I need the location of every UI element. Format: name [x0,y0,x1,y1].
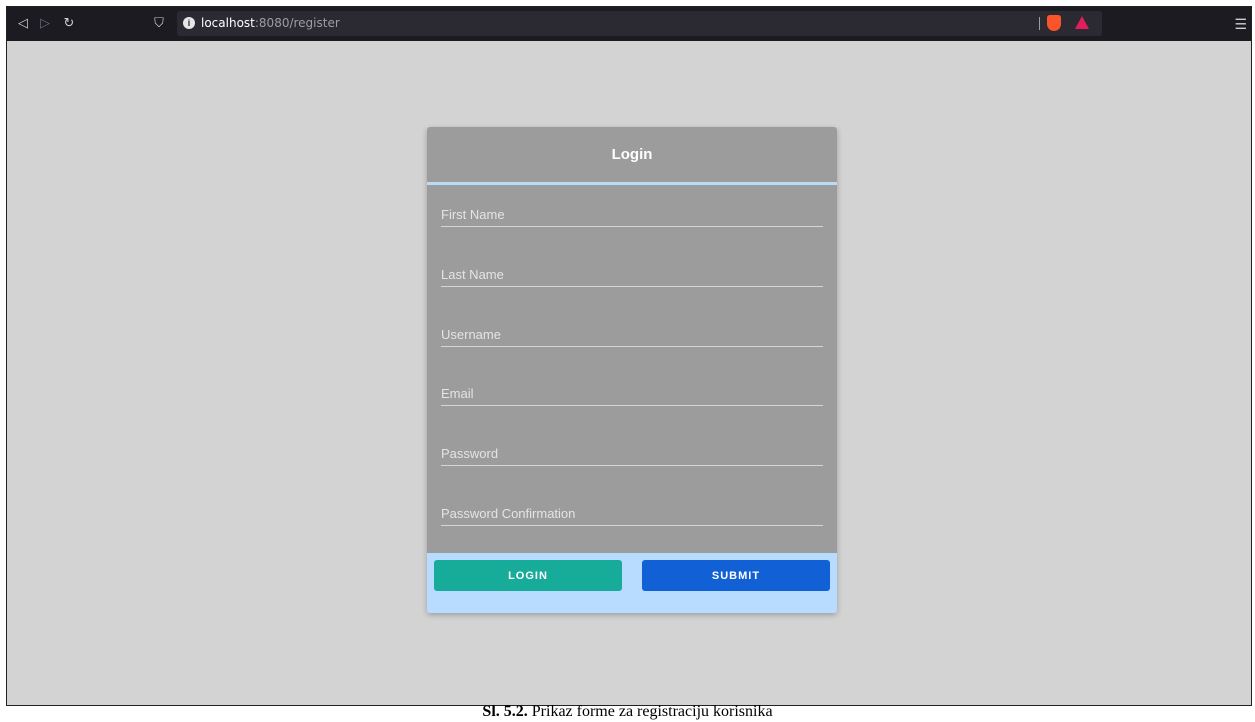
site-info-icon[interactable]: i [183,17,195,29]
url-path: :8080/register [254,16,340,30]
submit-button[interactable]: SUBMIT [642,560,830,591]
last-name-field [441,248,823,287]
figure-caption: Sl. 5.2. Prikaz forme za registraciju ko… [0,703,1255,721]
brave-rewards-icon[interactable] [1075,16,1089,29]
address-bar[interactable]: i localhost:8080/register [177,11,1102,36]
password-field [441,427,823,466]
url-text[interactable]: localhost:8080/register [201,11,340,36]
brave-shields-icon[interactable] [1047,15,1061,31]
first-name-field [441,188,823,227]
password-confirmation-field [441,487,823,526]
form-title: Login [611,146,653,163]
browser-toolbar: ◁ ▷ ↻ ⛉ i localhost:8080/register ☰ [7,7,1251,41]
browser-window: ◁ ▷ ↻ ⛉ i localhost:8080/register ☰ Logi… [6,6,1252,706]
back-icon[interactable]: ◁ [13,7,33,41]
address-bar-separator [1039,17,1040,30]
card-header: Login [427,127,837,182]
caption-text: Prikaz forme za registraciju korisnika [527,703,773,720]
login-button[interactable]: LOGIN [434,560,622,591]
bookmark-icon[interactable]: ⛉ [149,7,169,41]
username-input[interactable] [441,327,823,342]
last-name-input[interactable] [441,267,823,282]
password-input[interactable] [441,446,823,461]
email-input[interactable] [441,386,823,401]
password-confirmation-input[interactable] [441,506,823,521]
email-field [441,367,823,406]
hamburger-menu-icon[interactable]: ☰ [1234,7,1247,41]
caption-label: Sl. 5.2. [482,703,528,720]
url-host: localhost [201,16,255,30]
reload-icon[interactable]: ↻ [59,7,79,41]
forward-icon[interactable]: ▷ [35,7,55,41]
first-name-input[interactable] [441,207,823,222]
username-field [441,308,823,347]
form-actions: LOGIN SUBMIT [427,553,837,613]
register-form-card: Login LOGIN SUBMIT [427,127,837,613]
form-body [427,185,837,553]
